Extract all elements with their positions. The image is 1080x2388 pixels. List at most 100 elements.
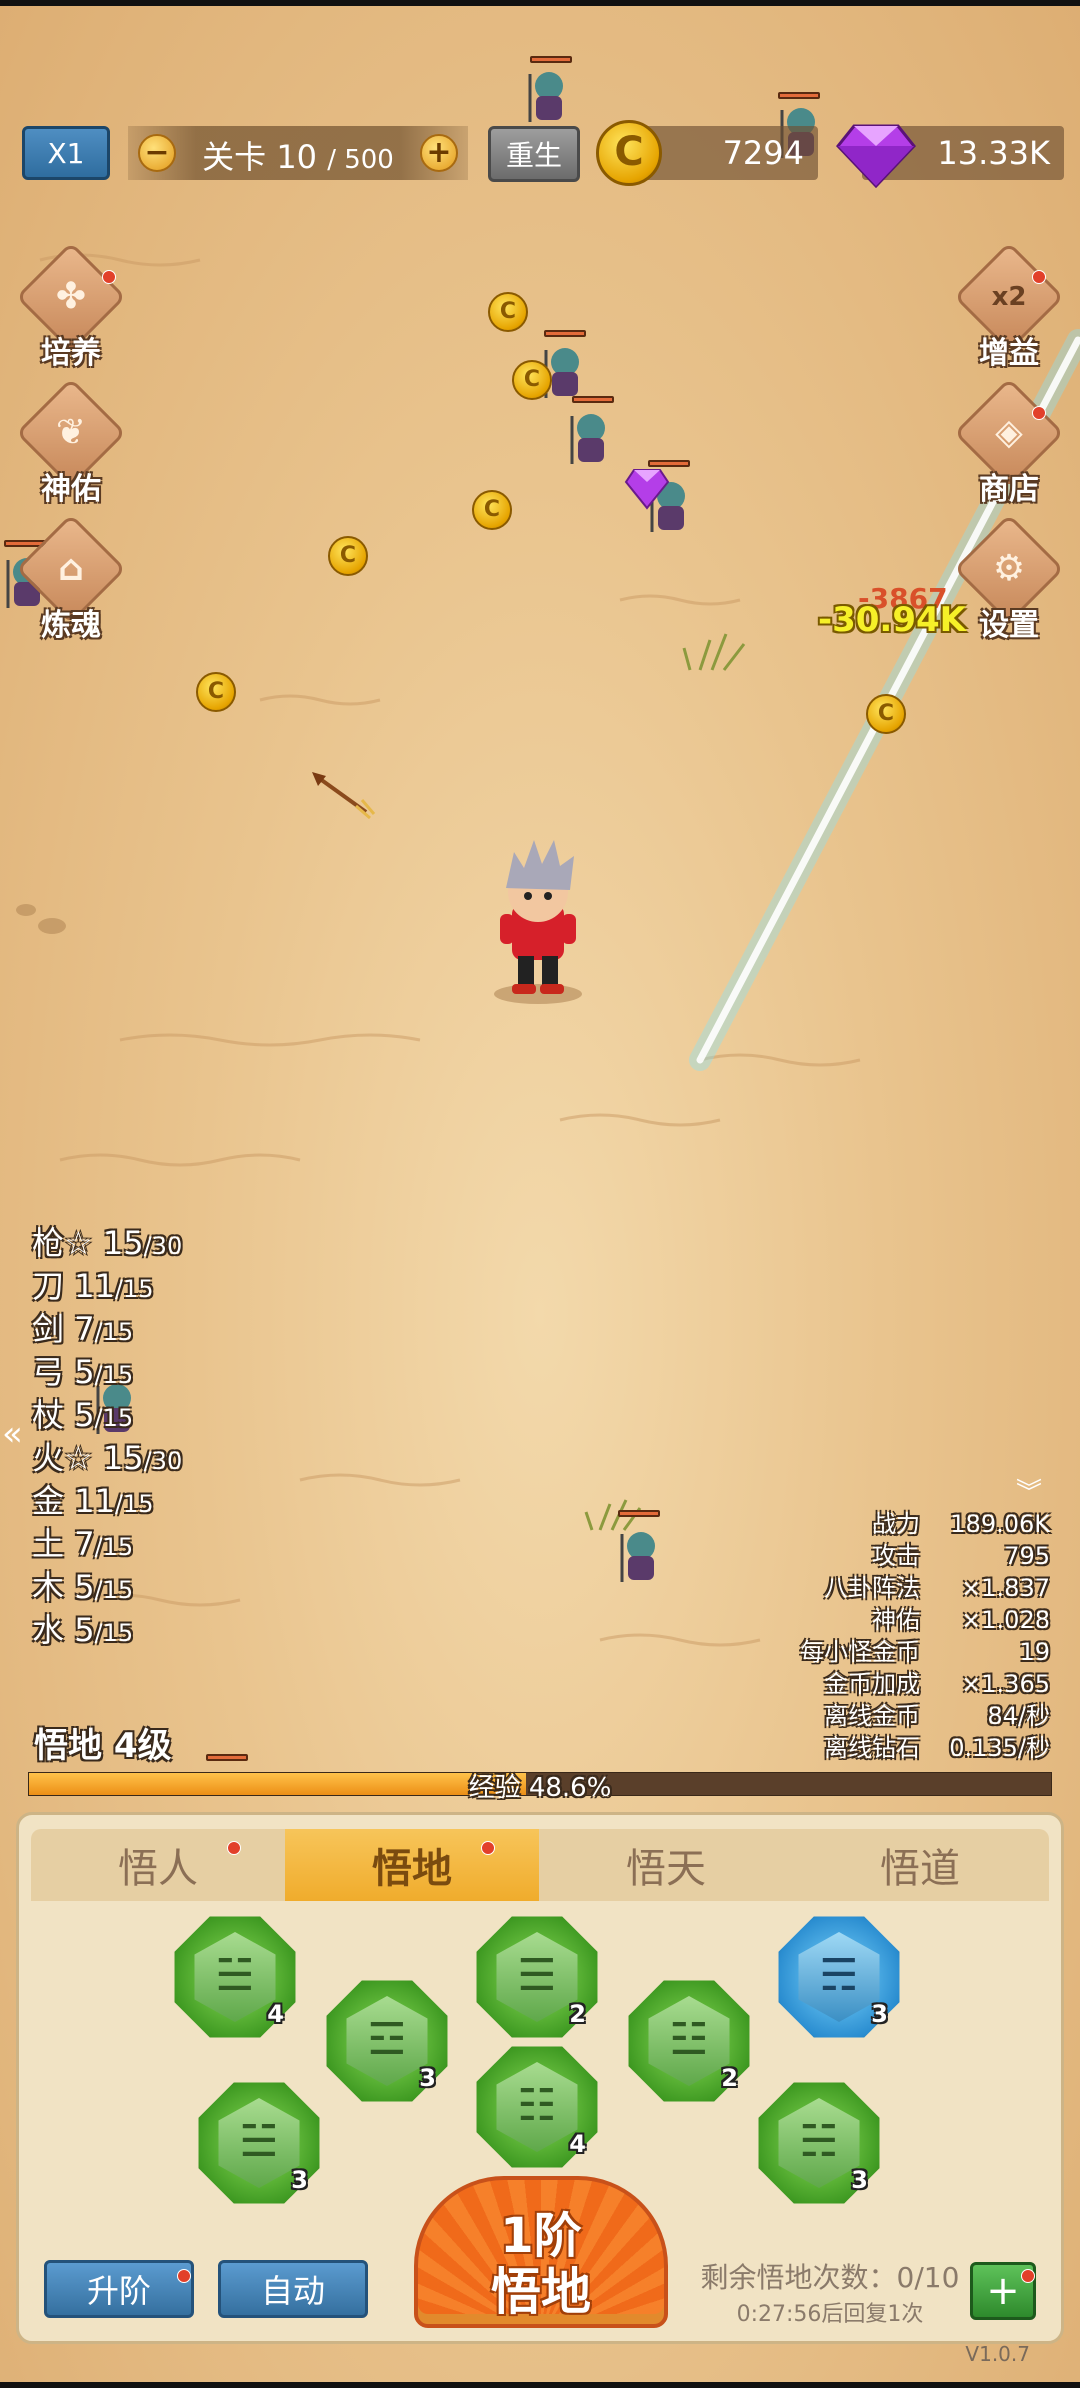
list-item: 剑 7/15 (32, 1310, 134, 1348)
grass-tuft (584, 633, 746, 1531)
enlighten-button[interactable]: 1阶 悟地 (414, 2176, 668, 2328)
speed-button[interactable]: X1 (22, 126, 110, 180)
rebirth-button[interactable]: 重生 (488, 126, 580, 182)
side-button-label: 增益 (979, 336, 1039, 371)
game-scene: C C C C C C -3867 -30.94K X1 − 关卡 10 / 5… (0, 0, 1080, 2388)
button-label: 升阶 (86, 2272, 151, 2310)
tab-wuren[interactable]: 悟人 (31, 1829, 285, 1901)
coin-drop[interactable]: C (866, 694, 906, 734)
collapse-left-icon[interactable]: « (2, 1414, 23, 1454)
trigram-button[interactable]: ☲ 3 (324, 1978, 450, 2104)
notification-dot (177, 2269, 191, 2283)
enemy-goblin (524, 64, 574, 124)
trigram-icon: ☲ (367, 2014, 407, 2065)
trigram-icon: ☴ (819, 1950, 859, 2001)
trigram-button[interactable]: ☱ 4 (172, 1914, 298, 2040)
trigram-count: 3 (871, 2000, 888, 2028)
stat-row: 金币加成 ×1.365 (824, 1670, 1050, 1698)
coin-drop[interactable]: C (512, 360, 552, 400)
trigram-button[interactable]: ☱ 3 (196, 2080, 322, 2206)
side-button-shop[interactable]: ◈ 商店 (953, 377, 1065, 514)
coin-drop[interactable]: C (328, 536, 368, 576)
plus-icon: + (986, 2268, 1020, 2314)
trigram-count: 3 (851, 2166, 868, 2194)
enemy-hp-bar (778, 92, 820, 99)
tab-label: 悟地 (372, 1846, 452, 1892)
side-button-soul-refine[interactable]: ⌂ 炼魂 (15, 513, 127, 650)
stat-row: 八卦阵法 ×1.837 (824, 1574, 1050, 1602)
level-plus-button[interactable]: + (420, 134, 458, 172)
notification-dot (1032, 406, 1046, 420)
enemy-hp-bar (206, 1754, 248, 1761)
side-button-buff[interactable]: x2 增益 (953, 241, 1065, 378)
stat-row: 战力 189.06K (872, 1510, 1050, 1538)
tab-label: 悟天 (626, 1846, 706, 1892)
trigram-count: 3 (419, 2064, 436, 2092)
add-attempts-button[interactable]: + (970, 2262, 1036, 2320)
tab-wudi[interactable]: 悟地 (285, 1829, 539, 1901)
cultivation-level: 悟地 4级 (34, 1726, 172, 1766)
trigram-button[interactable]: ☷ 4 (474, 2044, 600, 2170)
side-button-label: 设置 (979, 608, 1039, 643)
enemy-goblin (616, 1524, 666, 1584)
level-label: 关卡 10 / 500 (128, 132, 468, 178)
tab-bar: 悟人 悟地 悟天 悟道 (31, 1829, 1049, 1901)
gem-drop-icon[interactable] (624, 466, 670, 510)
trigram-button-selected[interactable]: ☴ 3 (776, 1914, 902, 2040)
tab-wutian[interactable]: 悟天 (539, 1829, 793, 1901)
trigram-count: 4 (569, 2130, 586, 2158)
upgrade-rank-button[interactable]: 升阶 (44, 2260, 194, 2318)
stat-row: 神佑 ×1.028 (872, 1606, 1050, 1634)
list-item: 水 5/15 (32, 1611, 134, 1649)
hero-character (494, 840, 582, 1004)
exp-bar: 经验 48.6% (28, 1772, 1052, 1803)
trigram-button[interactable]: ☳ 2 (626, 1978, 752, 2104)
tab-label: 悟人 (118, 1846, 198, 1892)
gear-icon: ⚙ (992, 548, 1026, 589)
list-item: 刀 11/15 (32, 1267, 154, 1305)
list-item: 火☆ 15/30 (32, 1439, 183, 1477)
trigram-icon: ☱ (239, 2116, 279, 2167)
trigram-count: 2 (721, 2064, 738, 2092)
coin-amount: 7294 (722, 134, 804, 172)
list-item: 弓 5/15 (32, 1353, 134, 1391)
house-icon: ⌂ (58, 548, 84, 589)
list-item: 枪☆ 15/30 (32, 1224, 183, 1262)
coin-icon: C (596, 120, 662, 186)
side-button-settings[interactable]: ⚙ 设置 (953, 513, 1065, 650)
coin-drop[interactable]: C (196, 672, 236, 712)
trigram-button[interactable]: ☰ 2 (474, 1914, 600, 2040)
damage-number-crit: -30.94K (818, 600, 967, 640)
button-label-action: 悟地 (491, 2263, 591, 2321)
trigram-count: 2 (569, 2000, 586, 2028)
stat-row: 离线金币 84/秒 (824, 1702, 1050, 1730)
arrow-projectile (312, 772, 376, 820)
trigram-count: 4 (267, 2000, 284, 2028)
auto-button[interactable]: 自动 (218, 2260, 368, 2318)
nav-strip (0, 2382, 1080, 2388)
side-button-cultivate[interactable]: ✤ 培养 (15, 241, 127, 378)
notification-dot (227, 1841, 241, 1855)
trigram-button[interactable]: ☵ 3 (756, 2080, 882, 2206)
stat-row: 攻击 795 (872, 1542, 1050, 1570)
level-current: 10 (276, 138, 318, 176)
notification-dot (1032, 270, 1046, 284)
trigram-icon: ☷ (517, 2080, 557, 2131)
side-button-blessing[interactable]: ❦ 神佑 (15, 377, 127, 514)
coin-drop[interactable]: C (488, 292, 528, 332)
version-label: V1.0.7 (965, 2342, 1030, 2366)
gem-icon (836, 124, 916, 188)
recover-timer: 0:27:56后回复1次 (736, 2302, 924, 2327)
tab-wudao[interactable]: 悟道 (793, 1829, 1047, 1901)
enemy-hp-bar (530, 56, 572, 63)
stats-panel: 战力 189.06K 攻击 795 八卦阵法 ×1.837 神佑 ×1.028 每小怪金… (800, 1504, 1050, 1762)
enemy-hp-bar (572, 396, 614, 403)
side-button-label: 商店 (979, 472, 1039, 507)
coin-drop[interactable]: C (472, 490, 512, 530)
list-item: 金 11/15 (32, 1482, 154, 1520)
enemy-hp-bar (618, 1510, 660, 1517)
list-item: 杖 5/15 (32, 1396, 134, 1434)
exp-text: 经验 48.6% (468, 1773, 612, 1803)
side-button-label: 炼魂 (41, 608, 101, 643)
level-title: 关卡 (202, 138, 267, 176)
